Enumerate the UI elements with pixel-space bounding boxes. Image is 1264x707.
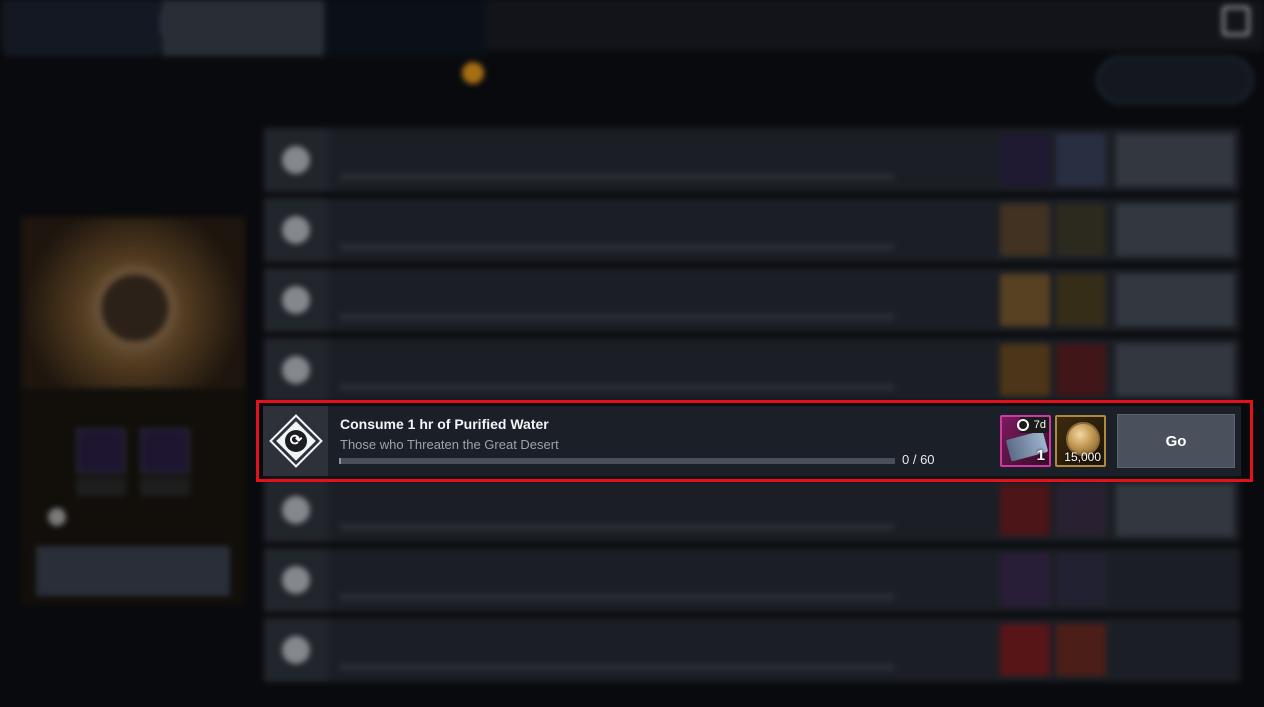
highlight-frame <box>256 400 1253 482</box>
tasks-screen: ⟵ <box>0 0 1264 707</box>
dim-overlay <box>0 0 1264 707</box>
